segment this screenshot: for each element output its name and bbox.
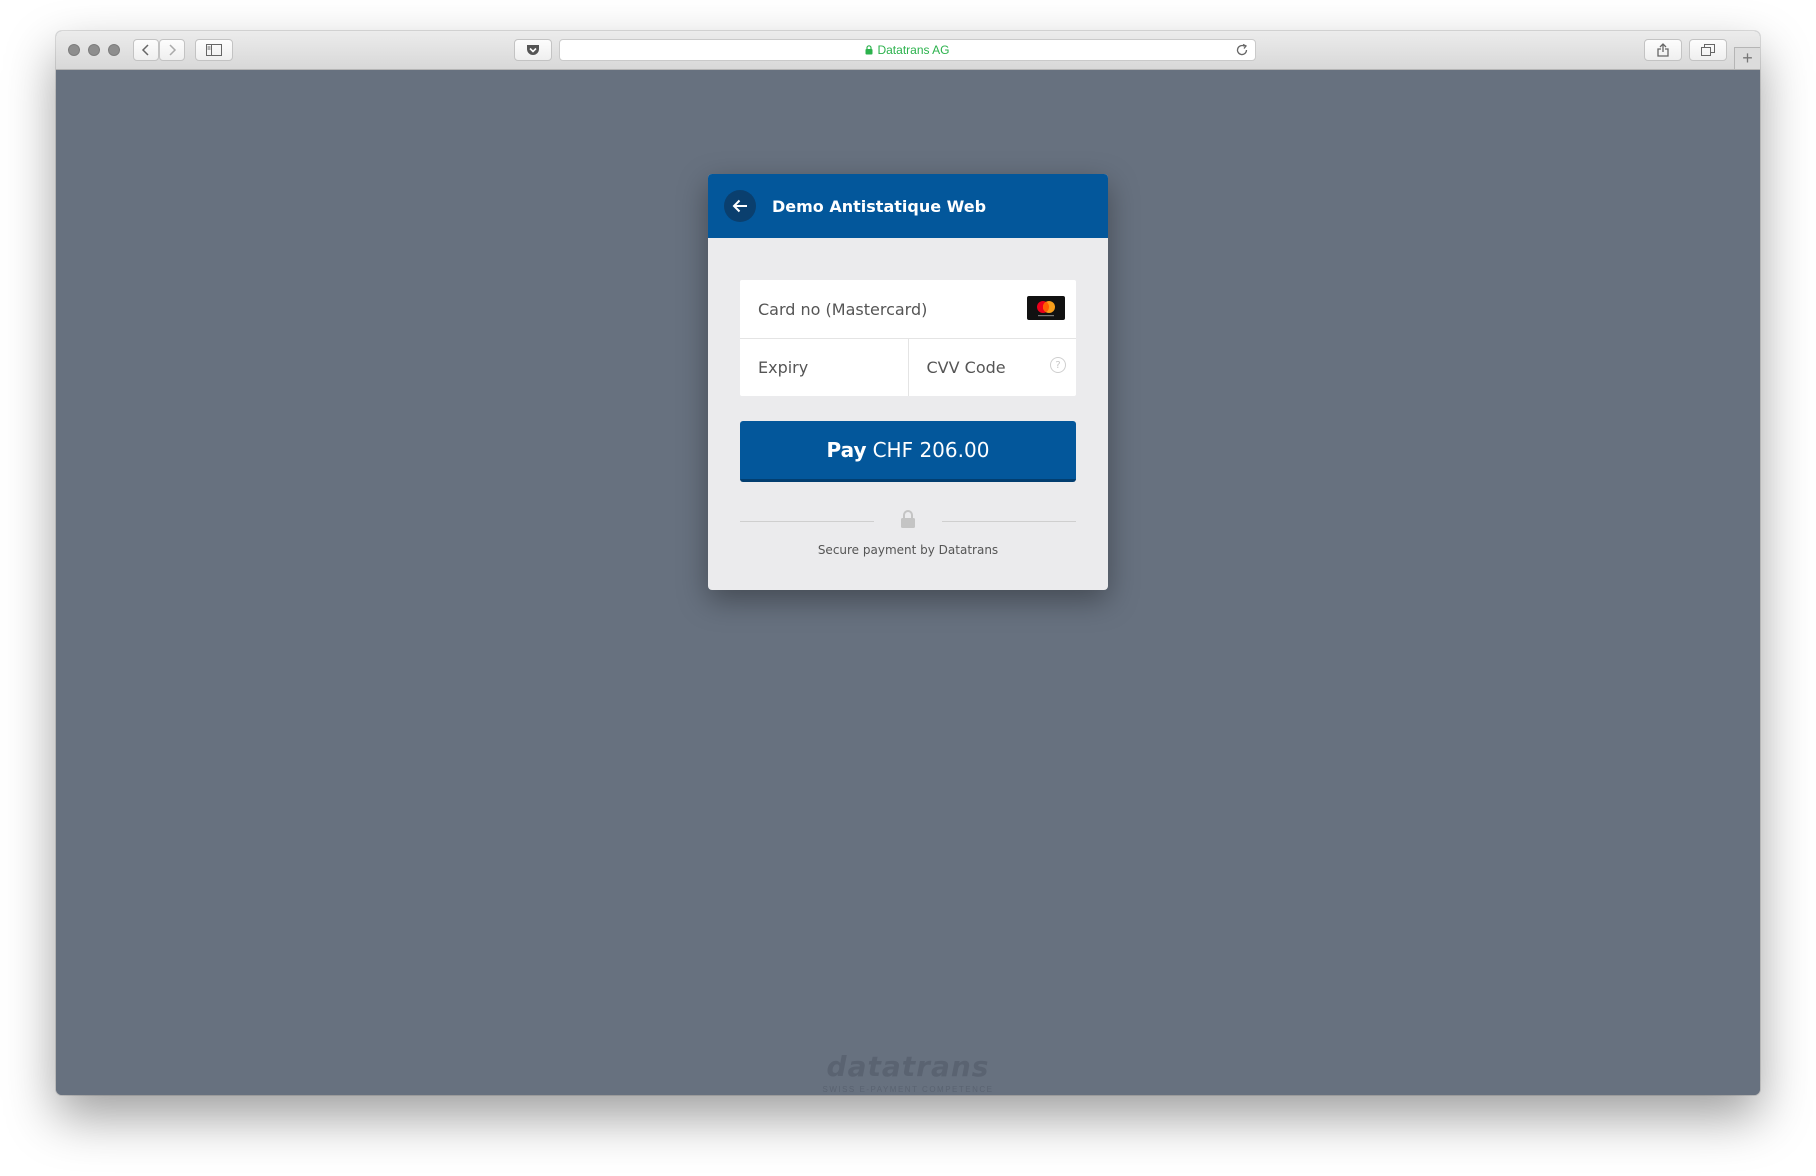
address-domain: Datatrans AG	[877, 43, 950, 57]
tabs-overview-button[interactable]	[1689, 39, 1727, 61]
page-content: Demo Antistatique Web Card no (Mastercar…	[56, 70, 1760, 1095]
merchant-name: Demo Antistatique Web	[772, 196, 987, 216]
share-icon	[1657, 43, 1669, 57]
back-button[interactable]	[724, 190, 756, 222]
forward-nav-button[interactable]	[159, 39, 185, 61]
cvv-placeholder: CVV Code	[926, 358, 1006, 377]
reload-icon[interactable]	[1235, 43, 1249, 57]
logo-wordmark: datatrans	[826, 1050, 990, 1083]
sidebar-icon	[206, 44, 222, 56]
sidebar-toggle-button[interactable]	[195, 39, 233, 61]
close-window-button[interactable]	[68, 44, 80, 56]
card-fields: Card no (Mastercard) Expiry CVV Code ?	[740, 280, 1076, 396]
new-tab-button[interactable]: +	[1734, 47, 1760, 69]
secure-payment-note: Secure payment by Datatrans	[817, 543, 999, 557]
expiry-field[interactable]: Expiry	[740, 339, 908, 396]
padlock-icon	[901, 510, 915, 528]
pay-amount: CHF 206.00	[872, 438, 990, 462]
help-icon[interactable]: ?	[1050, 357, 1066, 373]
chevron-right-icon	[169, 44, 177, 56]
divider-right	[942, 521, 1076, 522]
mastercard-icon	[1027, 296, 1065, 320]
tabs-icon	[1701, 44, 1715, 56]
payment-header: Demo Antistatique Web	[708, 174, 1108, 238]
pay-label: Pay	[826, 438, 867, 462]
lock-icon	[865, 45, 873, 55]
arrow-left-icon	[732, 199, 747, 213]
back-nav-button[interactable]	[133, 39, 159, 61]
share-button[interactable]	[1644, 39, 1682, 61]
cvv-field[interactable]: CVV Code ?	[907, 339, 1077, 396]
divider-left	[740, 521, 874, 522]
payment-card: Demo Antistatique Web Card no (Mastercar…	[708, 174, 1108, 590]
chevron-left-icon	[141, 44, 149, 56]
browser-toolbar: Datatrans AG +	[56, 31, 1760, 70]
zoom-window-button[interactable]	[108, 44, 120, 56]
browser-window: Datatrans AG + Demo Antistatique Web Car…	[56, 31, 1760, 1095]
pocket-button[interactable]	[514, 39, 552, 61]
card-number-placeholder: Card no (Mastercard)	[758, 299, 928, 319]
logo-tagline: SWISS E-PAYMENT COMPETENCE	[822, 1085, 994, 1094]
pay-button[interactable]: Pay CHF 206.00	[740, 421, 1076, 482]
card-number-field[interactable]: Card no (Mastercard)	[740, 280, 1076, 339]
minimize-window-button[interactable]	[88, 44, 100, 56]
datatrans-logo: datatrans SWISS E-PAYMENT COMPETENCE	[56, 1050, 1760, 1094]
pocket-icon	[527, 45, 539, 55]
expiry-placeholder: Expiry	[758, 358, 809, 377]
address-bar[interactable]: Datatrans AG	[559, 39, 1256, 61]
